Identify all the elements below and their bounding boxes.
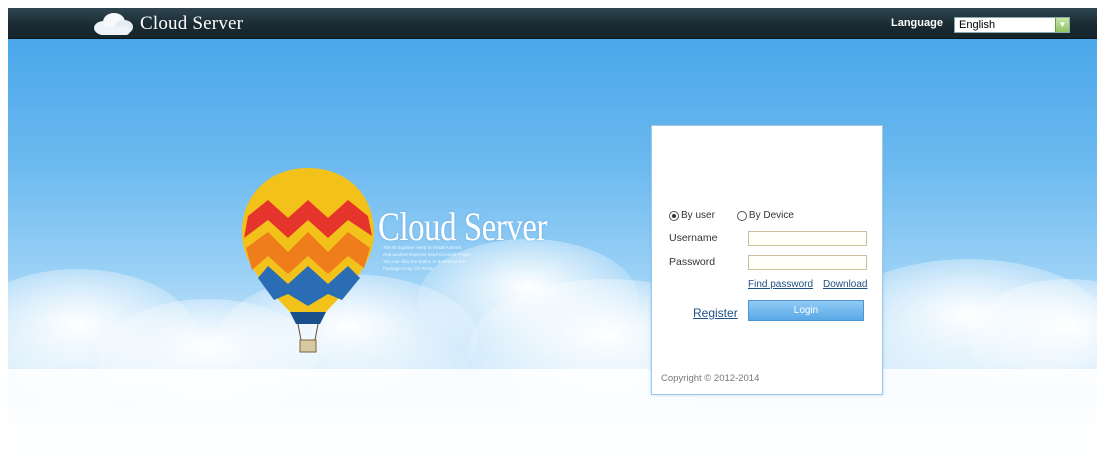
login-panel: By user By Device Username Password Find… — [651, 125, 883, 395]
brand[interactable]: Cloud Server — [92, 11, 243, 36]
hero-note-line: You can click the button to download the — [383, 259, 466, 264]
hero-note-line: And another Explorer need to install Plu… — [383, 252, 472, 257]
password-field[interactable] — [748, 255, 867, 270]
hero-note: The IE Explorer need to install ActiveX.… — [383, 244, 523, 272]
password-label: Password — [669, 256, 716, 268]
language-selected-value: English — [959, 19, 996, 31]
username-field[interactable] — [748, 231, 867, 246]
find-password-link[interactable]: Find password — [748, 279, 813, 290]
radio-by-device-label: By Device — [748, 210, 794, 221]
background-sky: Cloud Server The IE Explorer need to ins… — [8, 39, 1097, 466]
radio-checked-icon[interactable] — [669, 210, 679, 221]
radio-unchecked-icon[interactable] — [736, 210, 747, 221]
username-label: Username — [669, 232, 718, 244]
login-button[interactable]: Login — [748, 300, 864, 321]
hero-note-line: Package or by CD-ROM. — [383, 266, 434, 271]
hero-note-line: The IE Explorer need to install ActiveX. — [383, 245, 463, 250]
language-select[interactable]: English ▼ — [954, 17, 1070, 33]
chevron-down-icon[interactable]: ▼ — [1055, 18, 1069, 32]
top-bar: Cloud Server Language English ▼ — [8, 8, 1097, 39]
copyright-text: Copyright © 2012-2014 — [661, 373, 760, 384]
login-mode-group: By user By Device — [669, 210, 816, 221]
hero-title: Cloud Server — [378, 204, 548, 249]
brand-title: Cloud Server — [140, 12, 244, 34]
register-link[interactable]: Register — [693, 306, 738, 320]
language-label: Language — [891, 17, 943, 29]
radio-by-device[interactable]: By Device — [736, 210, 794, 221]
clouds-background — [8, 239, 1097, 466]
cloud-icon — [94, 12, 133, 35]
radio-by-user-label: By user — [681, 210, 715, 221]
radio-by-user[interactable]: By user — [669, 210, 715, 221]
hot-air-balloon-icon — [242, 168, 374, 353]
download-link[interactable]: Download — [823, 279, 867, 290]
